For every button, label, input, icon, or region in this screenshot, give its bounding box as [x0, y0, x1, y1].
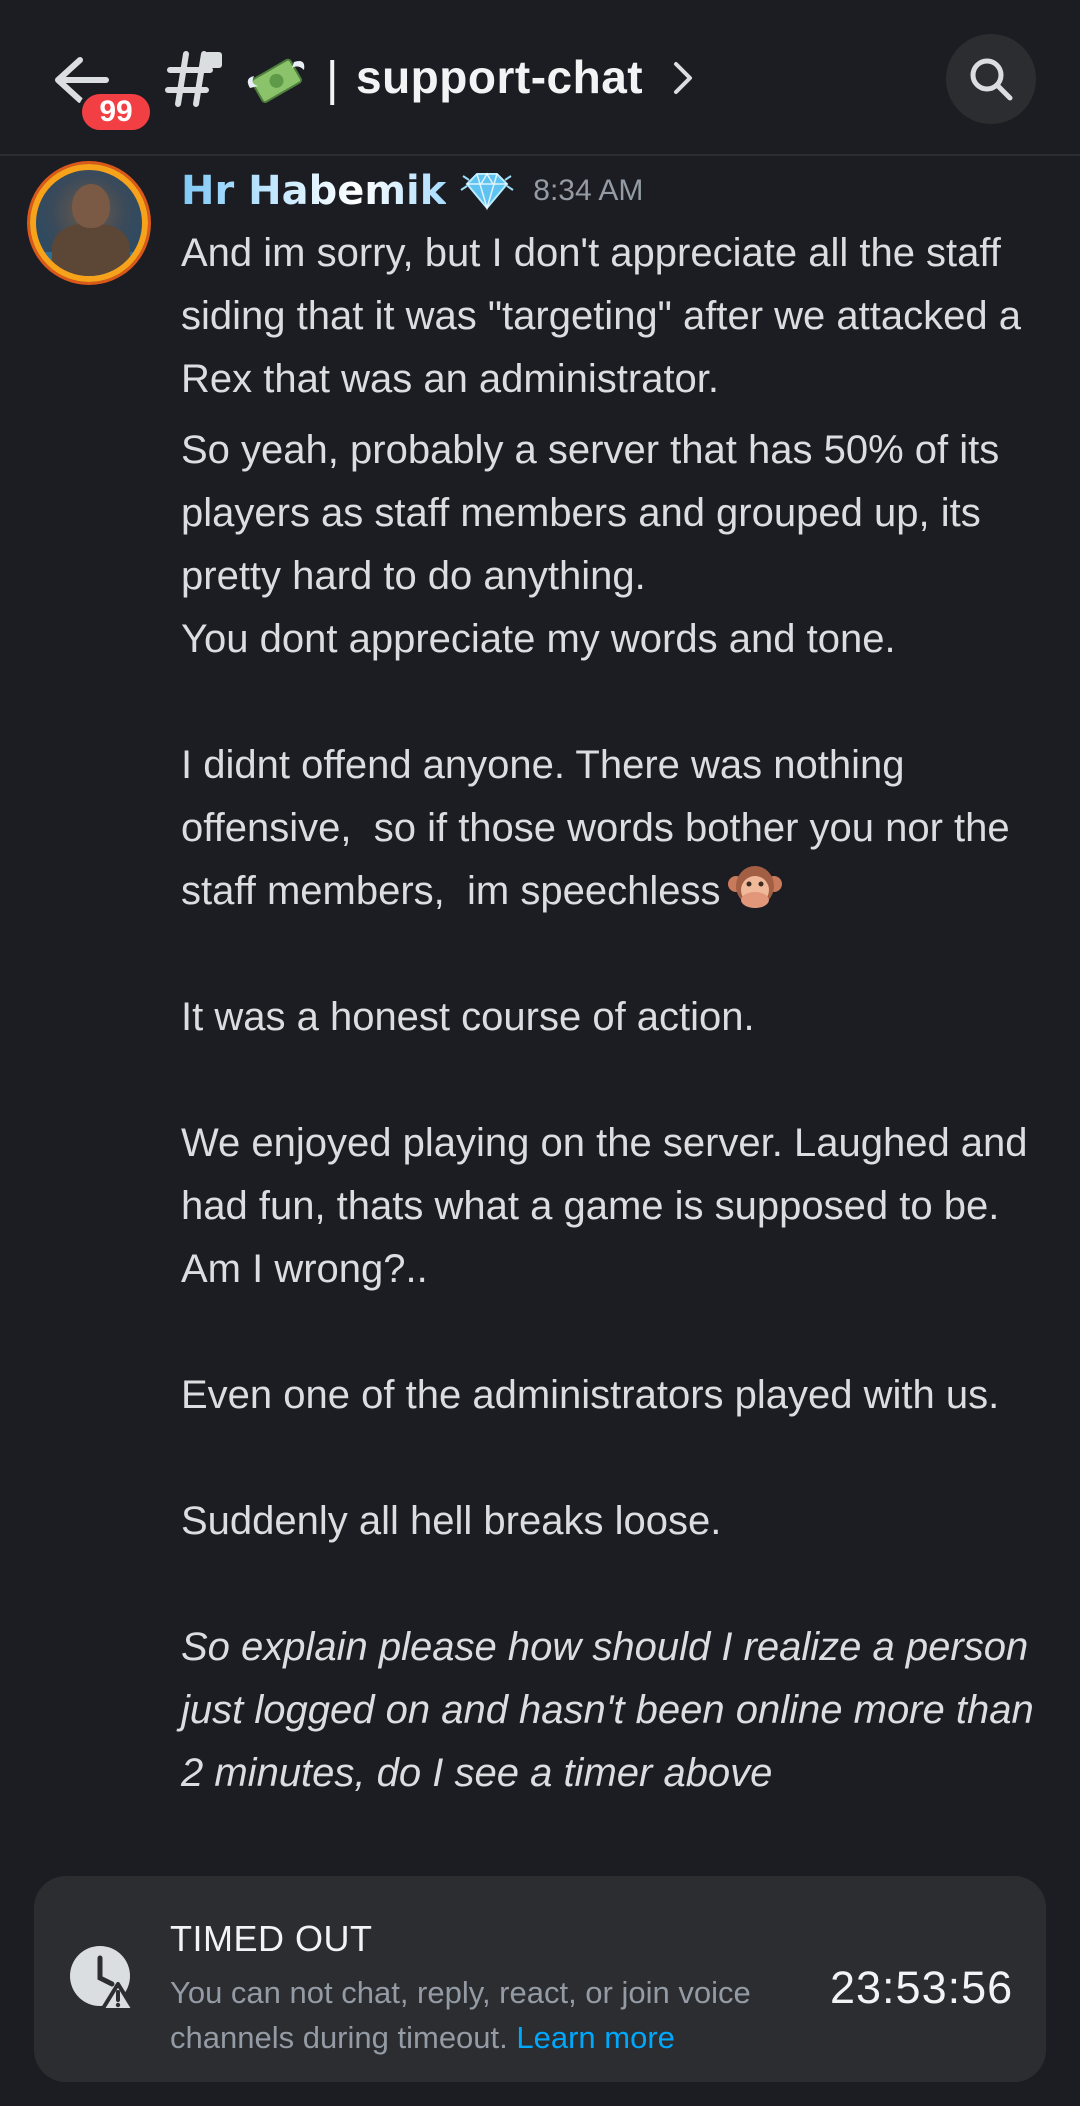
message-paragraph: You dont appreciate my words and tone. — [181, 617, 896, 661]
message-paragraph: So explain please how should I realize a… — [181, 1625, 1045, 1795]
message-paragraph: Suddenly all hell breaks loose. — [181, 1499, 722, 1543]
money-with-wings-emoji — [247, 58, 305, 104]
message-paragraph: Even one of the administrators played wi… — [181, 1373, 1000, 1417]
message-content: And im sorry, but I don't appreciate all… — [181, 222, 1061, 1805]
clock-warning-icon — [70, 1946, 136, 2012]
message-paragraph: It was a honest course of action. — [181, 995, 755, 1039]
channel-name[interactable]: support-chat — [356, 50, 643, 104]
channel-header: 99 | support-chat — [0, 0, 1080, 156]
chevron-right-icon[interactable] — [670, 58, 696, 98]
unread-badge: 99 — [78, 90, 154, 134]
text-channel-locked-icon — [165, 51, 222, 107]
message-timestamp: 8:34 AM — [533, 174, 644, 207]
message-header: Hr Habemik 8:34 AM — [181, 168, 643, 218]
learn-more-link[interactable]: Learn more — [516, 2020, 675, 2055]
avatar[interactable] — [30, 164, 148, 282]
author-name[interactable]: Hr Habemik — [181, 168, 446, 214]
diamond-icon[interactable] — [459, 168, 515, 214]
message-paragraph: We enjoyed playing on the server. Laughe… — [181, 1121, 1039, 1291]
channel-separator: | — [326, 53, 339, 106]
timeout-title: TIMED OUT — [170, 1918, 373, 1959]
speak-no-evil-monkey-emoji — [728, 866, 783, 908]
timeout-description: You can not chat, reply, react, or join … — [170, 1975, 751, 2055]
message-paragraph: And im sorry, but I don't appreciate all… — [181, 231, 1033, 401]
search-button[interactable] — [946, 34, 1036, 124]
timeout-notice: TIMED OUT You can not chat, reply, react… — [34, 1876, 1046, 2082]
search-icon — [970, 58, 1013, 101]
timeout-countdown: 23:53:56 — [830, 1962, 1014, 2013]
message-paragraph: So yeah, probably a server that has 50% … — [181, 428, 1011, 598]
message-paragraph: I didnt offend anyone. There was nothing… — [181, 743, 1021, 913]
